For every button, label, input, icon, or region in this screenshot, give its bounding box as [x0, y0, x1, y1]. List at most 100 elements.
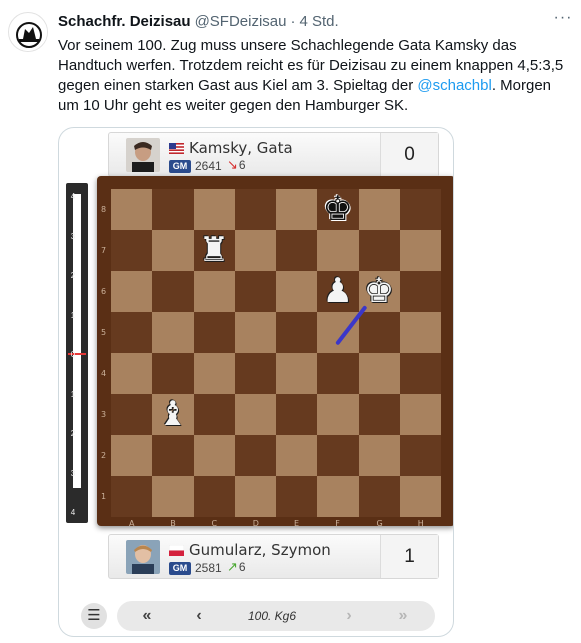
board-square-b4[interactable] — [152, 353, 194, 394]
board-square-f2[interactable] — [317, 435, 359, 476]
board-square-d3[interactable] — [234, 394, 276, 435]
board-square-b7[interactable] — [152, 230, 194, 271]
board-square-d6[interactable] — [234, 271, 276, 312]
chevron-left-icon: ‹ — [196, 607, 202, 624]
board-square-g4[interactable] — [358, 353, 400, 394]
menu-button[interactable]: ☰ — [81, 603, 107, 629]
board-square-e6[interactable] — [276, 271, 318, 312]
board-square-d5[interactable] — [234, 312, 276, 353]
board-square-a4[interactable] — [111, 353, 153, 394]
board-square-a6[interactable] — [111, 271, 153, 312]
board-square-h2[interactable] — [399, 435, 441, 476]
board-square-a8[interactable] — [111, 189, 153, 230]
tweet-text: Vor seinem 100. Zug muss unsere Schachle… — [58, 36, 568, 116]
board-square-c6[interactable] — [193, 271, 235, 312]
title-badge-top: GM — [169, 160, 191, 173]
board-square-e7[interactable] — [276, 230, 318, 271]
board-square-g8[interactable] — [358, 189, 400, 230]
white-bishop-piece[interactable]: ♝ — [152, 394, 193, 435]
hamburger-icon: ☰ — [87, 607, 101, 624]
pl-flag-icon — [169, 545, 184, 556]
board-square-e1[interactable] — [276, 476, 318, 517]
evaluation-bar: 4 3 2 1 0 1 2 3 4 — [66, 183, 88, 523]
white-king-piece[interactable]: ♚ — [359, 271, 400, 312]
file-label: C — [211, 519, 218, 528]
board-square-f3[interactable] — [317, 394, 359, 435]
file-label: A — [129, 519, 135, 528]
tweet-timestamp[interactable]: 4 Std. — [299, 13, 338, 30]
board-square-h5[interactable] — [399, 312, 441, 353]
chess-media-card[interactable]: Kamsky, Gata GM 2641 ↘6 0 4 3 2 1 0 1 2 3 4 8 7 6 5… — [58, 127, 454, 637]
board-square-d1[interactable] — [234, 476, 276, 517]
board-square-e3[interactable] — [276, 394, 318, 435]
board-square-h8[interactable] — [399, 189, 441, 230]
profile-avatar[interactable] — [8, 12, 48, 52]
board-square-a5[interactable] — [111, 312, 153, 353]
rank-label: 3 — [101, 410, 107, 419]
board-square-g7[interactable] — [358, 230, 400, 271]
player-name-top: Kamsky, Gata — [189, 139, 293, 157]
replay-controls: ☰ « ‹ 100. Kg6 › » — [79, 601, 437, 631]
rating-change-bottom: ↗6 — [227, 559, 246, 574]
evaluation-tick: 0 — [70, 350, 76, 359]
player-name-bottom: Gumularz, Szymon — [189, 541, 331, 559]
board-square-e2[interactable] — [276, 435, 318, 476]
rank-label: 1 — [101, 492, 107, 501]
more-icon: ··· — [553, 9, 573, 26]
board-square-b6[interactable] — [152, 271, 194, 312]
board-square-b5[interactable] — [152, 312, 194, 353]
board-square-c2[interactable] — [193, 435, 235, 476]
chessboard[interactable]: 8 7 6 5 4 3 2 1 A B C D E F G H ♚ ♜ ♟ ♚ ♝ — [101, 189, 441, 528]
board-square-c8[interactable] — [193, 189, 235, 230]
black-king-piece[interactable]: ♚ — [317, 189, 358, 230]
board-square-h1[interactable] — [399, 476, 441, 517]
board-square-c5[interactable] — [193, 312, 235, 353]
board-square-g1[interactable] — [358, 476, 400, 517]
board-square-f7[interactable] — [317, 230, 359, 271]
arrow-up-icon: ↗ — [227, 559, 238, 574]
board-square-f1[interactable] — [317, 476, 359, 517]
white-pawn-piece[interactable]: ♟ — [317, 271, 358, 312]
evaluation-tick: 2 — [70, 271, 76, 280]
player-photo-kamsky — [126, 138, 160, 172]
board-square-b2[interactable] — [152, 435, 194, 476]
board-square-c1[interactable] — [193, 476, 235, 517]
board-square-c4[interactable] — [193, 353, 235, 394]
board-square-g2[interactable] — [358, 435, 400, 476]
board-square-d4[interactable] — [234, 353, 276, 394]
first-move-button[interactable]: « — [127, 601, 167, 631]
evaluation-tick: 3 — [70, 231, 76, 241]
board-square-h4[interactable] — [399, 353, 441, 394]
board-square-d8[interactable] — [234, 189, 276, 230]
board-square-b8[interactable] — [152, 189, 194, 230]
mention-link[interactable]: @schachbl — [417, 77, 491, 94]
last-move-button[interactable]: » — [383, 601, 423, 631]
board-square-a7[interactable] — [111, 230, 153, 271]
board-square-g3[interactable] — [358, 394, 400, 435]
club-logo-icon — [10, 14, 47, 51]
rank-label: 2 — [101, 451, 107, 460]
board-square-h3[interactable] — [399, 394, 441, 435]
board-square-e4[interactable] — [276, 353, 318, 394]
board-square-c3[interactable] — [193, 394, 235, 435]
board-square-f4[interactable] — [317, 353, 359, 394]
previous-move-button[interactable]: ‹ — [179, 601, 219, 631]
author-handle[interactable]: @SFDeizisau — [195, 13, 287, 30]
board-square-a2[interactable] — [111, 435, 153, 476]
board-square-d7[interactable] — [234, 230, 276, 271]
board-square-d2[interactable] — [234, 435, 276, 476]
board-square-e5[interactable] — [276, 312, 318, 353]
board-square-e8[interactable] — [276, 189, 318, 230]
board-square-b1[interactable] — [152, 476, 194, 517]
board-square-h6[interactable] — [399, 271, 441, 312]
author-name[interactable]: Schachfr. Deizisau — [58, 13, 191, 30]
white-rook-piece[interactable]: ♜ — [194, 230, 235, 271]
more-options-button[interactable]: ··· — [553, 9, 573, 31]
board-square-a3[interactable] — [111, 394, 153, 435]
board-square-g5[interactable] — [358, 312, 400, 353]
board-square-f5[interactable] — [317, 312, 359, 353]
board-square-h7[interactable] — [399, 230, 441, 271]
rank-label: 8 — [101, 205, 107, 214]
board-square-a1[interactable] — [111, 476, 153, 517]
next-move-button[interactable]: › — [329, 601, 369, 631]
